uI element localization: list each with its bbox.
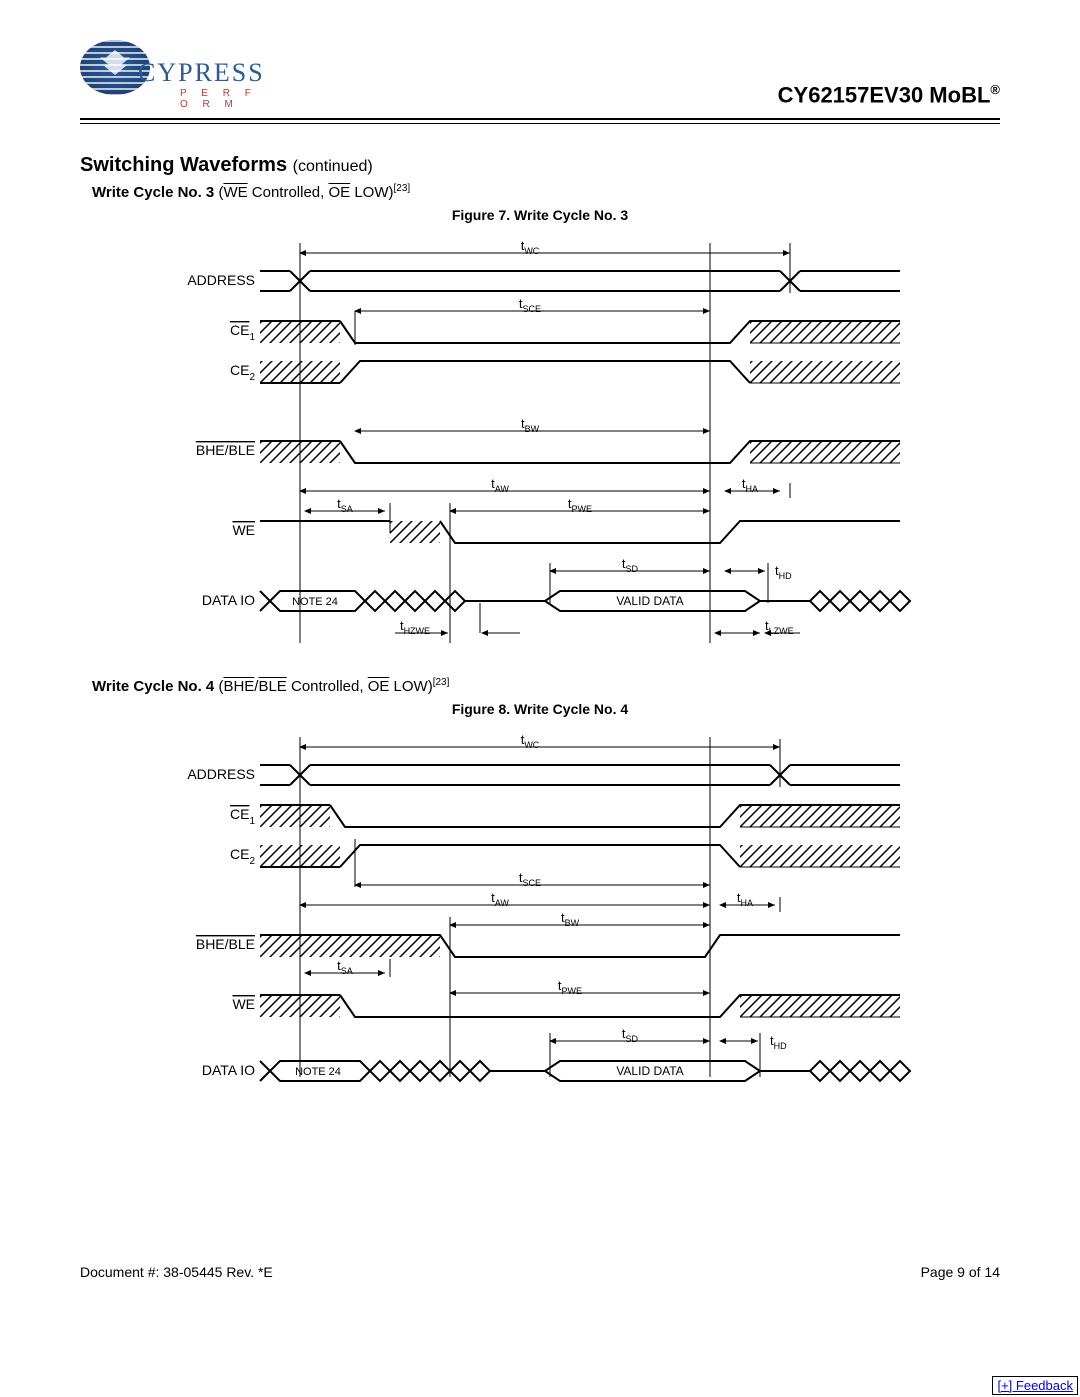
logo-text: CYPRESS bbox=[138, 58, 265, 88]
svg-text:BHE/BLE: BHE/BLE bbox=[196, 936, 255, 952]
svg-text:DATA IO: DATA IO bbox=[202, 1062, 255, 1078]
svg-text:tBW: tBW bbox=[561, 910, 580, 928]
feedback-link[interactable]: [+] Feedback bbox=[992, 1376, 1078, 1395]
svg-text:CE1: CE1 bbox=[230, 806, 255, 827]
figure-7-diagram: tWC ADDRESS tSCE CE1 CE2 bbox=[80, 233, 1000, 653]
svg-text:BHE/BLE: BHE/BLE bbox=[196, 442, 255, 458]
svg-text:WE: WE bbox=[232, 522, 255, 538]
product-title: CY62157EV30 MoBL® bbox=[778, 82, 1000, 112]
logo-subtext: P E R F O R M bbox=[180, 88, 260, 110]
svg-text:tHD: tHD bbox=[775, 563, 792, 581]
svg-text:tSCE: tSCE bbox=[519, 870, 541, 888]
svg-text:tWC: tWC bbox=[521, 732, 540, 750]
section-title: Switching Waveforms (continued) bbox=[80, 154, 1000, 177]
svg-text:tSCE: tSCE bbox=[519, 296, 541, 314]
svg-text:CE2: CE2 bbox=[230, 846, 255, 867]
wc3-close: LOW) bbox=[350, 184, 393, 201]
svg-text:NOTE 24: NOTE 24 bbox=[292, 596, 338, 608]
write-cycle-3-heading: Write Cycle No. 3 (WE Controlled, OE LOW… bbox=[92, 183, 1000, 201]
figure-7-title: Figure 7. Write Cycle No. 3 bbox=[80, 207, 1000, 223]
svg-text:tHZWE: tHZWE bbox=[400, 618, 430, 636]
header-rule bbox=[80, 118, 1000, 124]
wc4-ble-bar: BLE bbox=[258, 678, 286, 695]
trademark-symbol: ® bbox=[990, 82, 1000, 97]
wc3-we-bar: WE bbox=[223, 184, 247, 201]
svg-text:ADDRESS: ADDRESS bbox=[187, 272, 255, 288]
page-number: Page 9 of 14 bbox=[921, 1264, 1000, 1280]
wc3-noteref: [23] bbox=[394, 183, 411, 194]
wc4-noteref: [23] bbox=[433, 677, 450, 688]
svg-text:DATA IO: DATA IO bbox=[202, 592, 255, 608]
svg-text:tHD: tHD bbox=[770, 1033, 787, 1051]
wc4-mid: Controlled, bbox=[287, 678, 368, 695]
svg-text:NOTE 24: NOTE 24 bbox=[295, 1066, 341, 1078]
svg-text:ADDRESS: ADDRESS bbox=[187, 766, 255, 782]
svg-text:VALID DATA: VALID DATA bbox=[616, 594, 683, 608]
figure-8-title: Figure 8. Write Cycle No. 4 bbox=[80, 701, 1000, 717]
write-cycle-4-heading: Write Cycle No. 4 (BHE/BLE Controlled, O… bbox=[92, 677, 1000, 695]
product-name: CY62157EV30 MoBL bbox=[778, 82, 991, 107]
svg-text:tBW: tBW bbox=[521, 416, 540, 434]
svg-text:CE1: CE1 bbox=[230, 322, 255, 343]
svg-text:tPWE: tPWE bbox=[558, 978, 582, 996]
document-id: Document #: 38-05445 Rev. *E bbox=[80, 1264, 273, 1280]
wc3-prefix: Write Cycle No. 3 bbox=[92, 184, 214, 201]
section-continued: (continued) bbox=[293, 158, 373, 175]
wc3-mid: Controlled, bbox=[248, 184, 329, 201]
svg-text:WE: WE bbox=[232, 996, 255, 1012]
svg-text:tPWE: tPWE bbox=[568, 496, 592, 514]
wc4-bhe-bar: BHE bbox=[223, 678, 254, 695]
svg-text:CE2: CE2 bbox=[230, 362, 255, 383]
wc4-prefix: Write Cycle No. 4 bbox=[92, 678, 214, 695]
wc3-oe-bar: OE bbox=[328, 184, 350, 201]
svg-text:tWC: tWC bbox=[521, 238, 540, 256]
wc4-close: LOW) bbox=[389, 678, 432, 695]
svg-text:tAW: tAW bbox=[491, 890, 509, 908]
cypress-logo: CYPRESS P E R F O R M bbox=[80, 40, 260, 112]
svg-text:tLZWE: tLZWE bbox=[765, 618, 794, 636]
wc4-oe-bar: OE bbox=[368, 678, 390, 695]
svg-text:VALID DATA: VALID DATA bbox=[616, 1064, 683, 1078]
figure-8-diagram: tWC ADDRESS CE1 CE2 bbox=[80, 727, 1000, 1087]
svg-text:tAW: tAW bbox=[491, 476, 509, 494]
section-title-text: Switching Waveforms bbox=[80, 154, 287, 176]
